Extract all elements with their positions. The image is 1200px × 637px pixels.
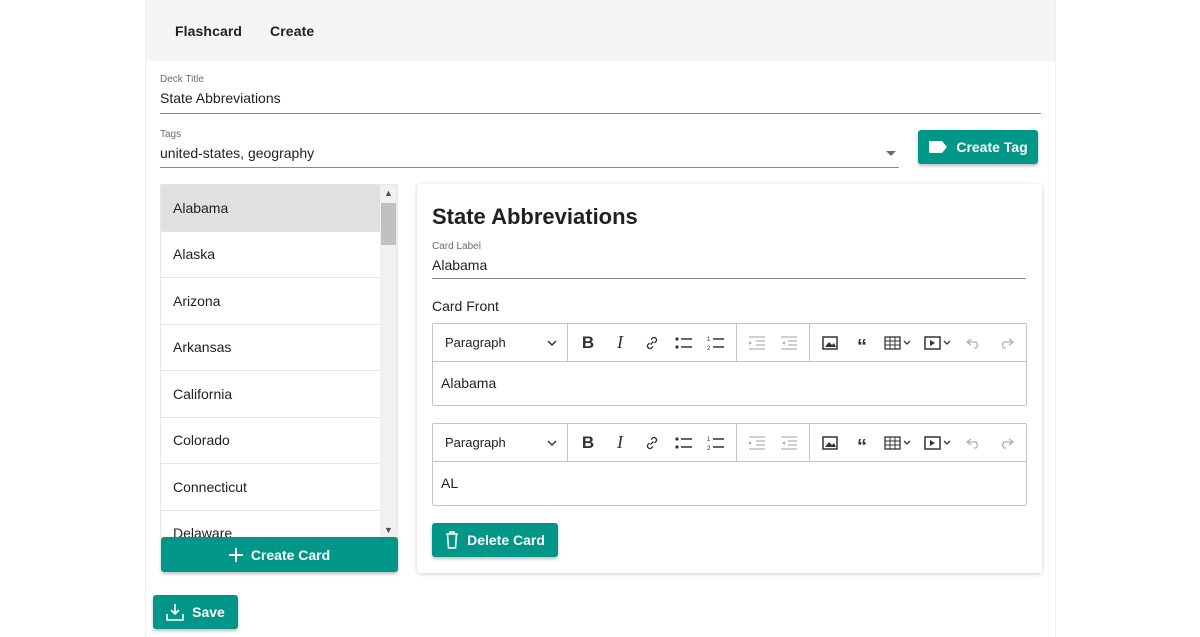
card-front-content[interactable]: Alabama	[433, 362, 1026, 404]
card-editor-panel: State Abbreviations Card Label Alabama C…	[417, 184, 1042, 573]
dropdown-caret-icon[interactable]	[886, 151, 896, 156]
svg-text:1: 1	[707, 437, 711, 443]
indent-icon[interactable]	[741, 324, 773, 362]
toolbar-group-indent	[737, 423, 810, 462]
card-list-item[interactable]: Alabama	[161, 185, 382, 232]
svg-text:1: 1	[707, 337, 711, 343]
indent-icon[interactable]	[741, 424, 773, 462]
numbered-list-icon[interactable]: 12	[700, 324, 732, 362]
delete-card-label: Delete Card	[467, 532, 545, 548]
nav-flashcard[interactable]: Flashcard	[175, 23, 242, 39]
download-icon	[166, 604, 184, 621]
tags-label: Tags	[160, 129, 182, 140]
card-label-field[interactable]: Card Label Alabama	[432, 241, 1026, 279]
card-list-item[interactable]: Connecticut	[161, 464, 382, 511]
table-icon[interactable]	[878, 424, 918, 462]
save-button[interactable]: Save	[153, 595, 238, 629]
scrollbar-thumb[interactable]	[381, 203, 396, 245]
toolbar-group-insert: “	[810, 424, 1026, 462]
trash-icon	[446, 531, 459, 549]
bulleted-list-icon[interactable]	[668, 424, 700, 462]
card-list-item[interactable]: Delaware	[161, 511, 382, 538]
scroll-up-icon[interactable]: ▲	[380, 188, 397, 198]
deck-heading: State Abbreviations	[432, 204, 638, 229]
tag-icon	[929, 141, 948, 153]
save-label: Save	[192, 604, 225, 620]
card-list-item[interactable]: Arkansas	[161, 325, 382, 371]
card-back-content[interactable]: AL	[433, 462, 1026, 504]
deck-title-input[interactable]: State Abbreviations	[160, 90, 1041, 106]
card-list-item[interactable]: California	[161, 371, 382, 418]
card-list-item[interactable]: Colorado	[161, 418, 382, 464]
card-list-item[interactable]: Arizona	[161, 278, 382, 325]
svg-text:2: 2	[707, 346, 711, 351]
editor-toolbar: Paragraph B I 12 “	[433, 423, 1026, 462]
outdent-icon[interactable]	[773, 424, 805, 462]
create-card-button[interactable]: Create Card	[161, 537, 398, 572]
chevron-down-icon	[547, 439, 557, 446]
toolbar-group-indent	[737, 323, 810, 362]
bold-icon[interactable]: B	[572, 324, 604, 362]
chevron-down-icon	[547, 339, 557, 346]
quote-icon[interactable]: “	[846, 424, 878, 462]
card-list-scrollbar[interactable]: ▲ ▼	[380, 185, 397, 538]
paragraph-format-label: Paragraph	[445, 435, 506, 450]
delete-card-button[interactable]: Delete Card	[432, 523, 558, 557]
create-tag-label: Create Tag	[956, 139, 1028, 155]
paragraph-format-label: Paragraph	[445, 335, 506, 350]
italic-icon[interactable]: I	[604, 424, 636, 462]
card-label-underline	[432, 278, 1026, 279]
nav-create[interactable]: Create	[270, 23, 314, 39]
bulleted-list-icon[interactable]	[668, 324, 700, 362]
card-list[interactable]: Alabama Alaska Arizona Arkansas Californ…	[160, 184, 398, 539]
image-icon[interactable]	[814, 324, 846, 362]
top-nav: Flashcard Create	[146, 0, 1055, 61]
card-front-editor[interactable]: Paragraph B I 12 “ Alabama	[432, 323, 1027, 406]
table-icon[interactable]	[878, 324, 918, 362]
paragraph-format-select[interactable]: Paragraph	[433, 323, 568, 362]
media-icon[interactable]	[918, 324, 958, 362]
numbered-list-icon[interactable]: 12	[700, 424, 732, 462]
deck-title-field[interactable]: Deck Title State Abbreviations	[160, 74, 1041, 114]
bold-icon[interactable]: B	[572, 424, 604, 462]
card-list-item[interactable]: Alaska	[161, 232, 382, 278]
card-label-input[interactable]: Alabama	[432, 257, 1026, 273]
app-container: Flashcard Create Deck Title State Abbrev…	[145, 0, 1056, 637]
image-icon[interactable]	[814, 424, 846, 462]
toolbar-group-insert: “	[810, 324, 1026, 362]
plus-icon	[228, 547, 243, 562]
create-card-label: Create Card	[250, 546, 331, 563]
undo-icon[interactable]	[958, 424, 990, 462]
redo-icon[interactable]	[990, 324, 1022, 362]
tags-underline	[160, 167, 899, 168]
toolbar-group-text: B I 12	[568, 323, 737, 362]
media-icon[interactable]	[918, 424, 958, 462]
quote-icon[interactable]: “	[846, 324, 878, 362]
deck-title-underline	[160, 113, 1041, 114]
card-back-editor[interactable]: Paragraph B I 12 “ AL	[432, 423, 1027, 506]
italic-icon[interactable]: I	[604, 324, 636, 362]
card-front-label: Card Front	[432, 298, 499, 314]
tags-value[interactable]: united-states, geography	[160, 145, 899, 161]
undo-icon[interactable]	[958, 324, 990, 362]
svg-text:2: 2	[707, 446, 711, 451]
tags-select[interactable]: Tags united-states, geography	[160, 129, 899, 168]
deck-title-label: Deck Title	[160, 74, 204, 85]
scroll-down-icon[interactable]: ▼	[380, 525, 397, 535]
redo-icon[interactable]	[990, 424, 1022, 462]
card-label-label: Card Label	[432, 241, 481, 252]
link-icon[interactable]	[636, 424, 668, 462]
outdent-icon[interactable]	[773, 324, 805, 362]
paragraph-format-select[interactable]: Paragraph	[433, 423, 568, 462]
link-icon[interactable]	[636, 324, 668, 362]
editor-toolbar: Paragraph B I 12 “	[433, 323, 1026, 362]
create-tag-button[interactable]: Create Tag	[918, 130, 1038, 164]
toolbar-group-text: B I 12	[568, 423, 737, 462]
